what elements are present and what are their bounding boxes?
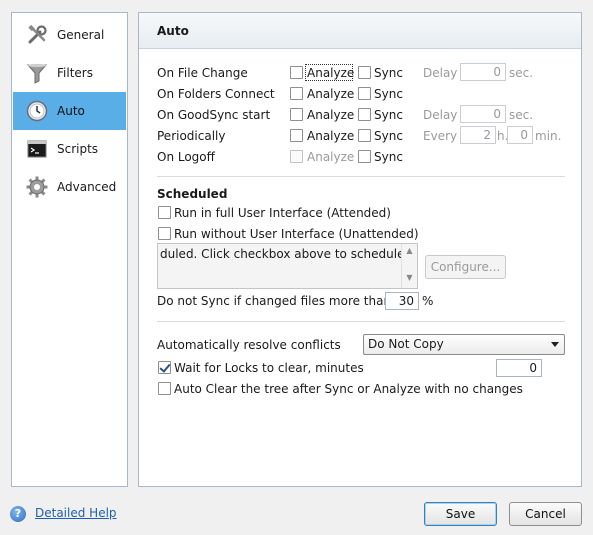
help-icon[interactable]: ? xyxy=(10,506,26,522)
clock-icon xyxy=(25,99,49,123)
resolve-conflicts-select[interactable]: Do Not Copy xyxy=(363,334,565,355)
analyze-checkbox-file-change[interactable] xyxy=(290,66,303,79)
percent-unit: % xyxy=(422,294,434,308)
divider xyxy=(157,321,565,322)
chevron-down-icon xyxy=(551,342,559,347)
configure-button[interactable]: Configure... xyxy=(425,255,506,279)
resolve-conflicts-label: Automatically resolve conflicts xyxy=(157,338,341,352)
attended-checkbox[interactable] xyxy=(158,206,171,219)
analyze-checkbox-periodically[interactable] xyxy=(290,129,303,142)
sidebar-item-label: General xyxy=(57,28,105,42)
delay-label: Delay xyxy=(423,66,458,80)
save-button[interactable]: Save xyxy=(424,502,497,526)
funnel-icon xyxy=(25,61,49,85)
every-label: Every xyxy=(423,129,458,143)
minutes-unit: min. xyxy=(535,129,562,143)
delay-label: Delay xyxy=(423,108,458,122)
analyze-label: Analyze xyxy=(307,129,355,143)
sync-label: Sync xyxy=(374,87,403,101)
sync-checkbox-file-change[interactable] xyxy=(358,66,371,79)
divider xyxy=(157,176,565,177)
sidebar-item-label: Scripts xyxy=(57,142,99,156)
sync-label: Sync xyxy=(374,150,403,164)
sidebar-item-general[interactable]: General xyxy=(13,16,126,54)
detailed-help-link[interactable]: Detailed Help xyxy=(35,506,117,520)
wait-locks-input[interactable]: 0 xyxy=(496,359,542,377)
resolve-conflicts-value: Do Not Copy xyxy=(368,337,444,351)
focus-indicator xyxy=(305,64,353,81)
tools-icon xyxy=(25,23,49,47)
delay-input-goodsync-start[interactable]: 0 xyxy=(460,105,506,123)
minutes-input[interactable]: 0 xyxy=(507,126,533,144)
scroll-down-icon[interactable]: ▼ xyxy=(402,273,417,282)
sidebar-item-scripts[interactable]: Scripts xyxy=(13,130,126,168)
sync-label: Sync xyxy=(374,129,403,143)
scroll-up-icon[interactable]: ▲ xyxy=(402,246,417,255)
sync-label: Sync xyxy=(374,66,403,80)
trigger-label-goodsync-start: On GoodSync start xyxy=(157,108,271,122)
wait-locks-checkbox[interactable] xyxy=(158,361,171,374)
cancel-button[interactable]: Cancel xyxy=(509,502,582,526)
trigger-label-periodically: Periodically xyxy=(157,129,226,143)
analyze-checkbox-goodsync-start[interactable] xyxy=(290,108,303,121)
sync-checkbox-periodically[interactable] xyxy=(358,129,371,142)
page-title: Auto xyxy=(139,13,581,49)
sidebar-item-label: Auto xyxy=(57,104,85,118)
schedule-scrollbar[interactable]: ▲ ▼ xyxy=(401,244,417,288)
trigger-label-file-change: On File Change xyxy=(157,66,248,80)
sidebar-item-label: Filters xyxy=(57,66,93,80)
auto-clear-label: Auto Clear the tree after Sync or Analyz… xyxy=(174,382,523,396)
sync-checkbox-goodsync-start[interactable] xyxy=(358,108,371,121)
settings-sidebar: General Filters Auto Scripts Advanced xyxy=(11,12,128,487)
delay-unit: sec. xyxy=(509,66,534,80)
sync-label: Sync xyxy=(374,108,403,122)
schedule-text-area[interactable]: duled. Click checkbox above to schedule xyxy=(157,243,418,289)
no-sync-percent-input[interactable]: 30 xyxy=(385,292,419,310)
sidebar-item-advanced[interactable]: Advanced xyxy=(13,168,126,206)
trigger-label-logoff: On Logoff xyxy=(157,150,215,164)
auto-settings-panel: Auto On File Change Analyze Sync Delay 0… xyxy=(138,12,582,487)
unattended-checkbox[interactable] xyxy=(158,227,171,240)
sidebar-item-label: Advanced xyxy=(57,180,117,194)
analyze-checkbox-logoff xyxy=(290,150,303,163)
analyze-checkbox-folders-connect[interactable] xyxy=(290,87,303,100)
analyze-label: Analyze xyxy=(307,150,355,164)
schedule-text: duled. Click checkbox above to schedule xyxy=(160,247,405,261)
sidebar-item-filters[interactable]: Filters xyxy=(13,54,126,92)
auto-clear-checkbox[interactable] xyxy=(158,382,171,395)
sync-checkbox-folders-connect[interactable] xyxy=(358,87,371,100)
gear-icon xyxy=(25,175,49,199)
sync-checkbox-logoff[interactable] xyxy=(358,150,371,163)
terminal-icon xyxy=(25,137,49,161)
trigger-label-folders-connect: On Folders Connect xyxy=(157,87,275,101)
attended-label: Run in full User Interface (Attended) xyxy=(174,206,391,220)
analyze-label: Analyze xyxy=(307,87,355,101)
scheduled-heading: Scheduled xyxy=(157,187,228,201)
wait-locks-label: Wait for Locks to clear, minutes xyxy=(174,361,364,375)
hours-input[interactable]: 2 xyxy=(460,126,496,144)
sidebar-item-auto[interactable]: Auto xyxy=(13,92,126,130)
delay-unit: sec. xyxy=(509,108,534,122)
analyze-label: Analyze xyxy=(307,108,355,122)
unattended-label: Run without User Interface (Unattended) xyxy=(174,227,419,241)
delay-input-file-change[interactable]: 0 xyxy=(460,63,506,81)
no-sync-label: Do not Sync if changed files more than xyxy=(157,294,392,308)
